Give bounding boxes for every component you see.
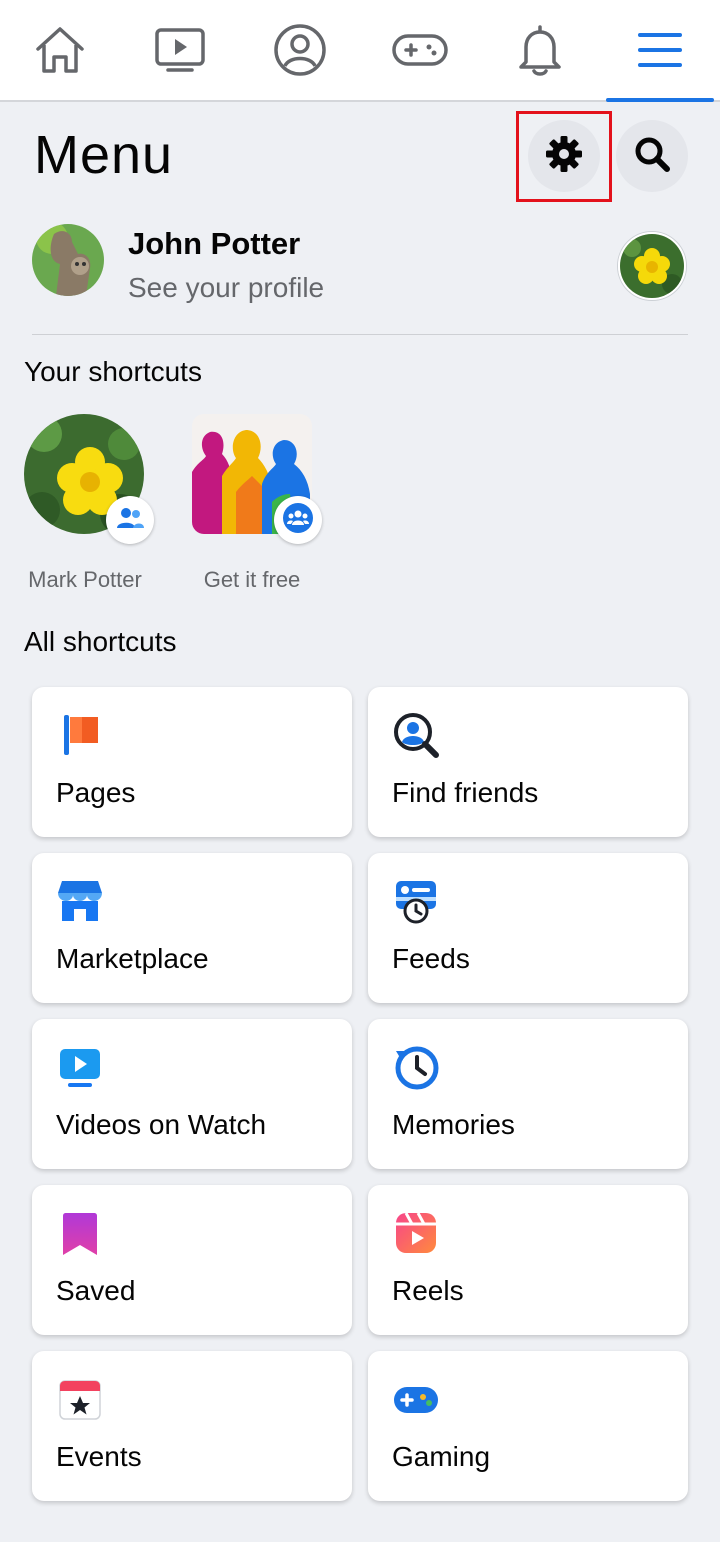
search-icon — [632, 134, 672, 179]
pages-flag-icon — [56, 711, 104, 759]
all-shortcuts-title: All shortcuts — [24, 626, 177, 657]
find-friends-icon — [392, 711, 440, 759]
hamburger-menu-icon — [637, 30, 683, 70]
nav-tab-menu[interactable] — [600, 0, 720, 102]
nav-tab-profile[interactable] — [240, 0, 360, 100]
group-icon — [282, 502, 314, 539]
shortcut-label: Mark Potter — [28, 567, 142, 592]
nav-tab-gaming[interactable] — [360, 0, 480, 100]
top-nav-bar — [0, 0, 720, 102]
nav-tab-notifications[interactable] — [480, 0, 600, 100]
profile-avatar[interactable] — [32, 224, 104, 296]
nav-tab-home[interactable] — [0, 0, 120, 100]
card-label: Memories — [392, 1109, 515, 1140]
home-icon — [34, 25, 86, 75]
card-feeds[interactable]: Feeds — [368, 853, 688, 1003]
search-button[interactable] — [616, 120, 688, 192]
card-events[interactable]: Events — [32, 1351, 352, 1501]
card-label: Gaming — [392, 1441, 491, 1472]
card-label: Reels — [392, 1275, 464, 1306]
nav-tab-watch[interactable] — [120, 0, 240, 100]
switch-account-avatar[interactable] — [618, 232, 686, 300]
card-label: Feeds — [392, 943, 470, 974]
page-title: Menu — [34, 125, 174, 185]
memories-clock-icon — [392, 1043, 440, 1091]
video-icon — [154, 27, 206, 73]
your-shortcuts-title: Your shortcuts — [24, 356, 202, 387]
see-profile-link[interactable]: See your profile — [128, 272, 324, 304]
card-label: Find friends — [392, 777, 539, 808]
shortcut-label: Get it free — [203, 567, 301, 592]
events-calendar-icon — [56, 1375, 104, 1423]
profile-icon — [273, 23, 327, 77]
reels-icon — [392, 1209, 440, 1257]
card-label: Events — [56, 1441, 142, 1472]
watch-video-icon — [56, 1043, 104, 1091]
bell-icon — [517, 24, 563, 76]
card-find-friends[interactable]: Find friends — [368, 687, 688, 837]
card-label: Pages — [56, 777, 136, 808]
profile-name[interactable]: John Potter — [128, 226, 300, 262]
gaming-icon — [391, 33, 449, 67]
saved-bookmark-icon — [56, 1209, 104, 1257]
card-pages[interactable]: Pages — [32, 687, 352, 837]
friends-icon — [115, 506, 145, 535]
friends-badge — [106, 496, 154, 544]
card-label: Saved — [56, 1275, 136, 1306]
card-videos-on-watch[interactable]: Videos on Watch — [32, 1019, 352, 1169]
card-gaming[interactable]: Gaming — [368, 1351, 688, 1501]
card-reels[interactable]: Reels — [368, 1185, 688, 1335]
gaming-controller-icon — [392, 1375, 440, 1423]
feeds-icon — [392, 877, 440, 925]
settings-highlight-box — [516, 111, 612, 202]
card-saved[interactable]: Saved — [32, 1185, 352, 1335]
card-label: Marketplace — [56, 943, 209, 974]
card-memories[interactable]: Memories — [368, 1019, 688, 1169]
divider — [32, 334, 688, 335]
marketplace-icon — [56, 877, 104, 925]
group-badge — [274, 496, 322, 544]
card-marketplace[interactable]: Marketplace — [32, 853, 352, 1003]
card-label: Videos on Watch — [56, 1109, 267, 1140]
